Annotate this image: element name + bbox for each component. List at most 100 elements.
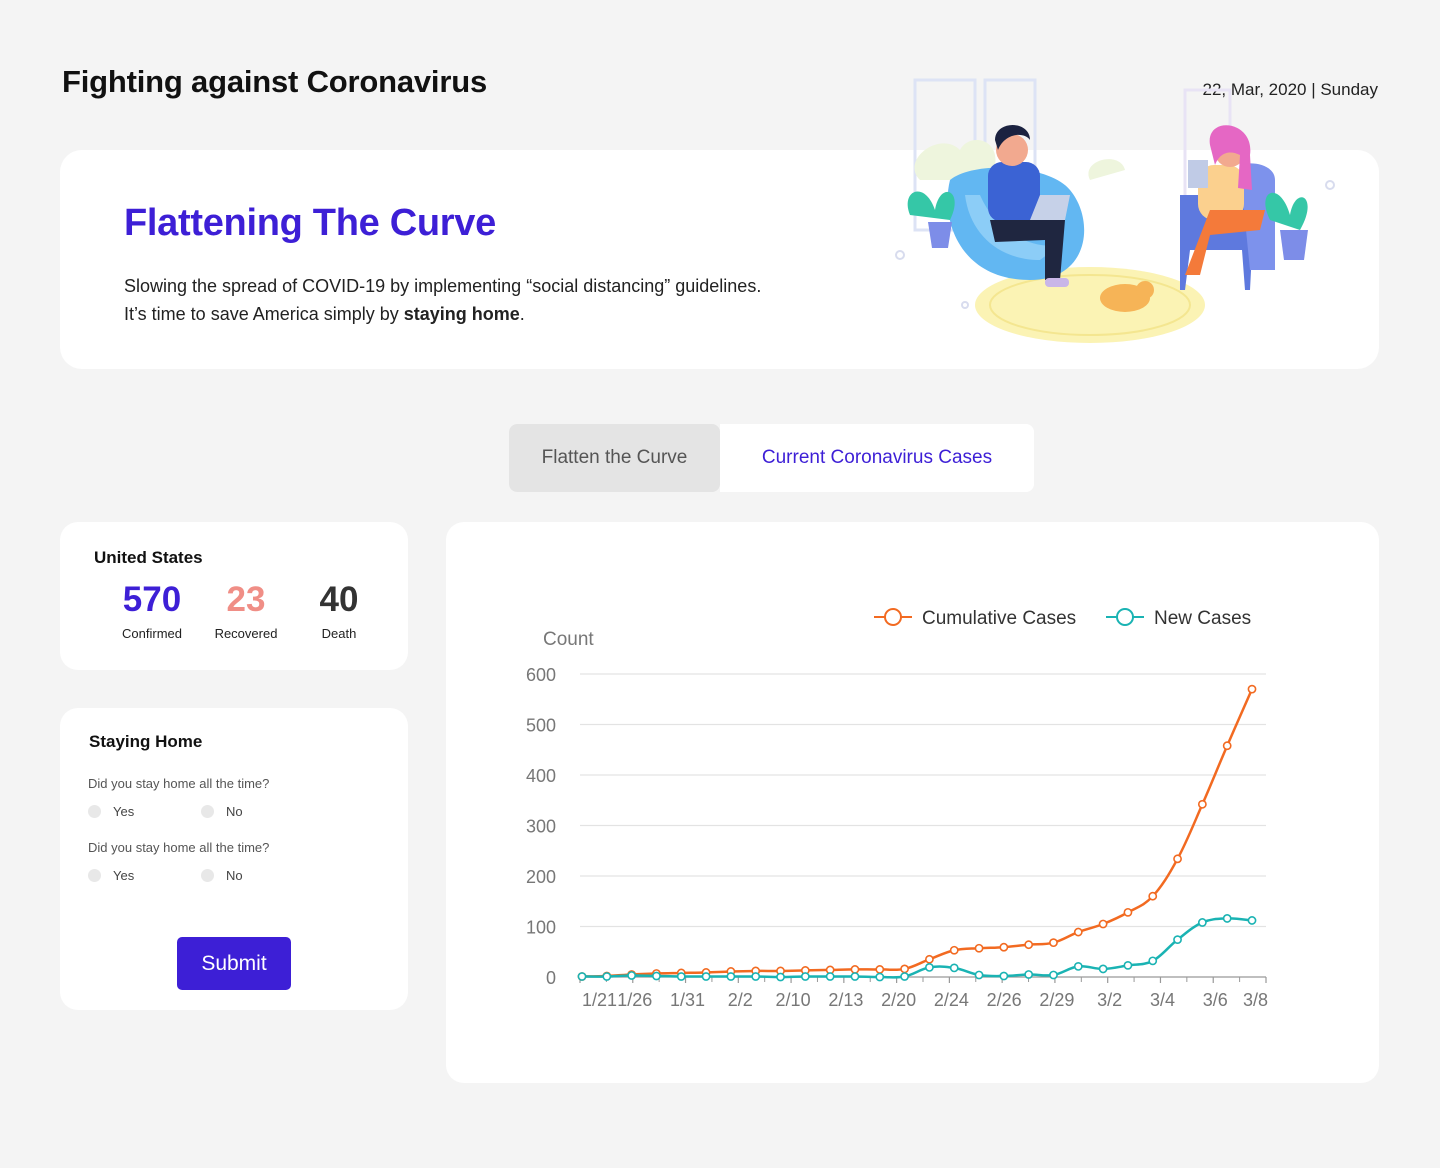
- y-tick-label: 600: [526, 665, 556, 685]
- y-tick-label: 300: [526, 817, 556, 837]
- new-cases-point: [1197, 918, 1207, 927]
- new-cases-point: [776, 972, 785, 982]
- y-tick-label: 500: [526, 716, 556, 736]
- hero-title: Flattening The Curve: [124, 202, 496, 244]
- q2-yes-label: Yes: [113, 868, 135, 883]
- new-cases-point: [875, 972, 885, 982]
- cumulative-cases-point: [900, 964, 909, 974]
- new-cases-point: [1247, 916, 1257, 925]
- new-cases-point: [850, 972, 860, 981]
- new-cases-point: [676, 972, 686, 981]
- x-tick-label: 2/10: [776, 990, 811, 1010]
- q1-option-yes[interactable]: Yes: [88, 804, 134, 819]
- cases-line-chart: 0 100 200 300 400 500 600 Count 1/21 1/26 1/31 2/2 2…: [526, 608, 1268, 1010]
- cumulative-cases-point: [1173, 854, 1182, 864]
- y-tick-label: 0: [546, 968, 556, 988]
- radio-icon[interactable]: [201, 805, 214, 818]
- new-cases-point: [925, 963, 934, 972]
- new-cases-point: [1049, 970, 1058, 980]
- cumulative-cases-point: [925, 954, 934, 964]
- cumulative-cases-point: [1222, 741, 1232, 751]
- new-cases-legend-marker: [1116, 608, 1134, 626]
- new-cases-line: [581, 917, 1253, 979]
- cumulative-cases-point: [1073, 927, 1083, 937]
- radio-icon[interactable]: [88, 869, 101, 882]
- cumulative-cases-point: [850, 965, 860, 974]
- cumulative-cases-legend-marker: [884, 608, 902, 626]
- cumulative-cases-point: [1049, 938, 1058, 948]
- new-cases-point: [652, 971, 661, 981]
- x-tick-label: 1/21: [582, 990, 617, 1010]
- hero-line-2-suffix: .: [519, 304, 525, 324]
- cumulative-cases-line: [581, 688, 1254, 978]
- view-tabs: Flatten the Curve Current Coronavirus Ca…: [509, 424, 1034, 492]
- new-cases-point: [1073, 961, 1083, 971]
- cumulative-cases-point: [1123, 907, 1133, 917]
- x-tick-label: 3/4: [1150, 990, 1175, 1010]
- x-tick-label: 2/13: [828, 990, 863, 1010]
- x-tick-label: 3/2: [1097, 990, 1122, 1010]
- q1-no-label: No: [226, 804, 243, 819]
- q1-yes-label: Yes: [113, 804, 135, 819]
- x-tick-label: 2/29: [1039, 990, 1074, 1010]
- stat-recovered: 23 Recovered: [196, 580, 296, 641]
- death-count: 40: [319, 580, 359, 619]
- tab-current-coronavirus-cases[interactable]: Current Coronavirus Cases: [720, 424, 1034, 492]
- hero-line-2-prefix: It’s time to save America simply by: [124, 304, 404, 324]
- y-tick-label: 200: [526, 867, 556, 887]
- survey-question-2: Did you stay home all the time?: [88, 840, 270, 855]
- recovered-label: Recovered: [214, 626, 278, 641]
- y-tick-label: 100: [526, 918, 556, 938]
- x-tick-label: 2/24: [934, 990, 969, 1010]
- q2-option-no[interactable]: No: [201, 868, 243, 883]
- new-cases-point: [1148, 956, 1158, 966]
- x-tick-label: 1/31: [670, 990, 705, 1010]
- radio-icon[interactable]: [201, 869, 214, 882]
- new-cases-point: [1222, 914, 1232, 923]
- people-at-home-illustration: [895, 78, 1335, 343]
- new-cases-point: [1173, 935, 1182, 945]
- new-cases-point: [949, 963, 959, 973]
- stat-confirmed: 570 Confirmed: [102, 580, 202, 641]
- stat-death: 40 Death: [289, 580, 389, 641]
- country-stats-card: United States 570 Confirmed 23 Recovered…: [60, 522, 408, 670]
- hero-description: Slowing the spread of COVID-19 by implem…: [124, 272, 761, 328]
- submit-button[interactable]: Submit: [177, 937, 291, 990]
- q1-option-no[interactable]: No: [201, 804, 243, 819]
- radio-icon[interactable]: [88, 805, 101, 818]
- staying-home-survey: Staying Home Did you stay home all the t…: [60, 708, 408, 1010]
- recovered-count: 23: [226, 580, 266, 619]
- cumulative-cases-point: [875, 965, 885, 974]
- hero-line-1: Slowing the spread of COVID-19 by implem…: [124, 276, 762, 296]
- confirmed-count: 570: [122, 580, 182, 619]
- x-tick-label: 1/26: [617, 990, 652, 1010]
- q2-option-yes[interactable]: Yes: [88, 868, 134, 883]
- stats-country: United States: [94, 548, 203, 567]
- new-cases-point: [751, 972, 761, 981]
- cumulative-cases-point: [1098, 919, 1108, 929]
- new-cases-point: [800, 972, 810, 981]
- cumulative-cases-point: [974, 943, 984, 953]
- new-cases-point: [999, 971, 1009, 981]
- cumulative-cases-point: [1148, 891, 1158, 901]
- new-cases-point: [726, 972, 736, 981]
- new-cases-legend-label: New Cases: [1154, 608, 1251, 629]
- cumulative-cases-point: [999, 942, 1009, 952]
- cumulative-cases-point: [1247, 684, 1257, 694]
- new-cases-point: [974, 970, 984, 980]
- cumulative-cases-point: [1197, 799, 1207, 809]
- y-axis-label: Count: [543, 629, 594, 650]
- x-tick-label: 2/26: [987, 990, 1022, 1010]
- survey-question-1: Did you stay home all the time?: [88, 776, 270, 791]
- tab-flatten-the-curve[interactable]: Flatten the Curve: [509, 424, 720, 492]
- new-cases-point: [1098, 964, 1108, 974]
- new-cases-point: [577, 972, 587, 981]
- confirmed-label: Confirmed: [122, 626, 182, 641]
- x-tick-label: 3/6: [1203, 990, 1228, 1010]
- app-title: Fighting against Coronavirus: [62, 64, 487, 99]
- cases-chart-card: 0 100 200 300 400 500 600 Count 1/21 1/26 1/31 2/2 2…: [446, 522, 1379, 1083]
- cumulative-cases-legend-label: Cumulative Cases: [922, 608, 1076, 629]
- hero-line-2: It’s time to save America simply by stay…: [124, 300, 761, 328]
- death-label: Death: [321, 626, 357, 641]
- x-tick-label: 3/8: [1243, 990, 1268, 1010]
